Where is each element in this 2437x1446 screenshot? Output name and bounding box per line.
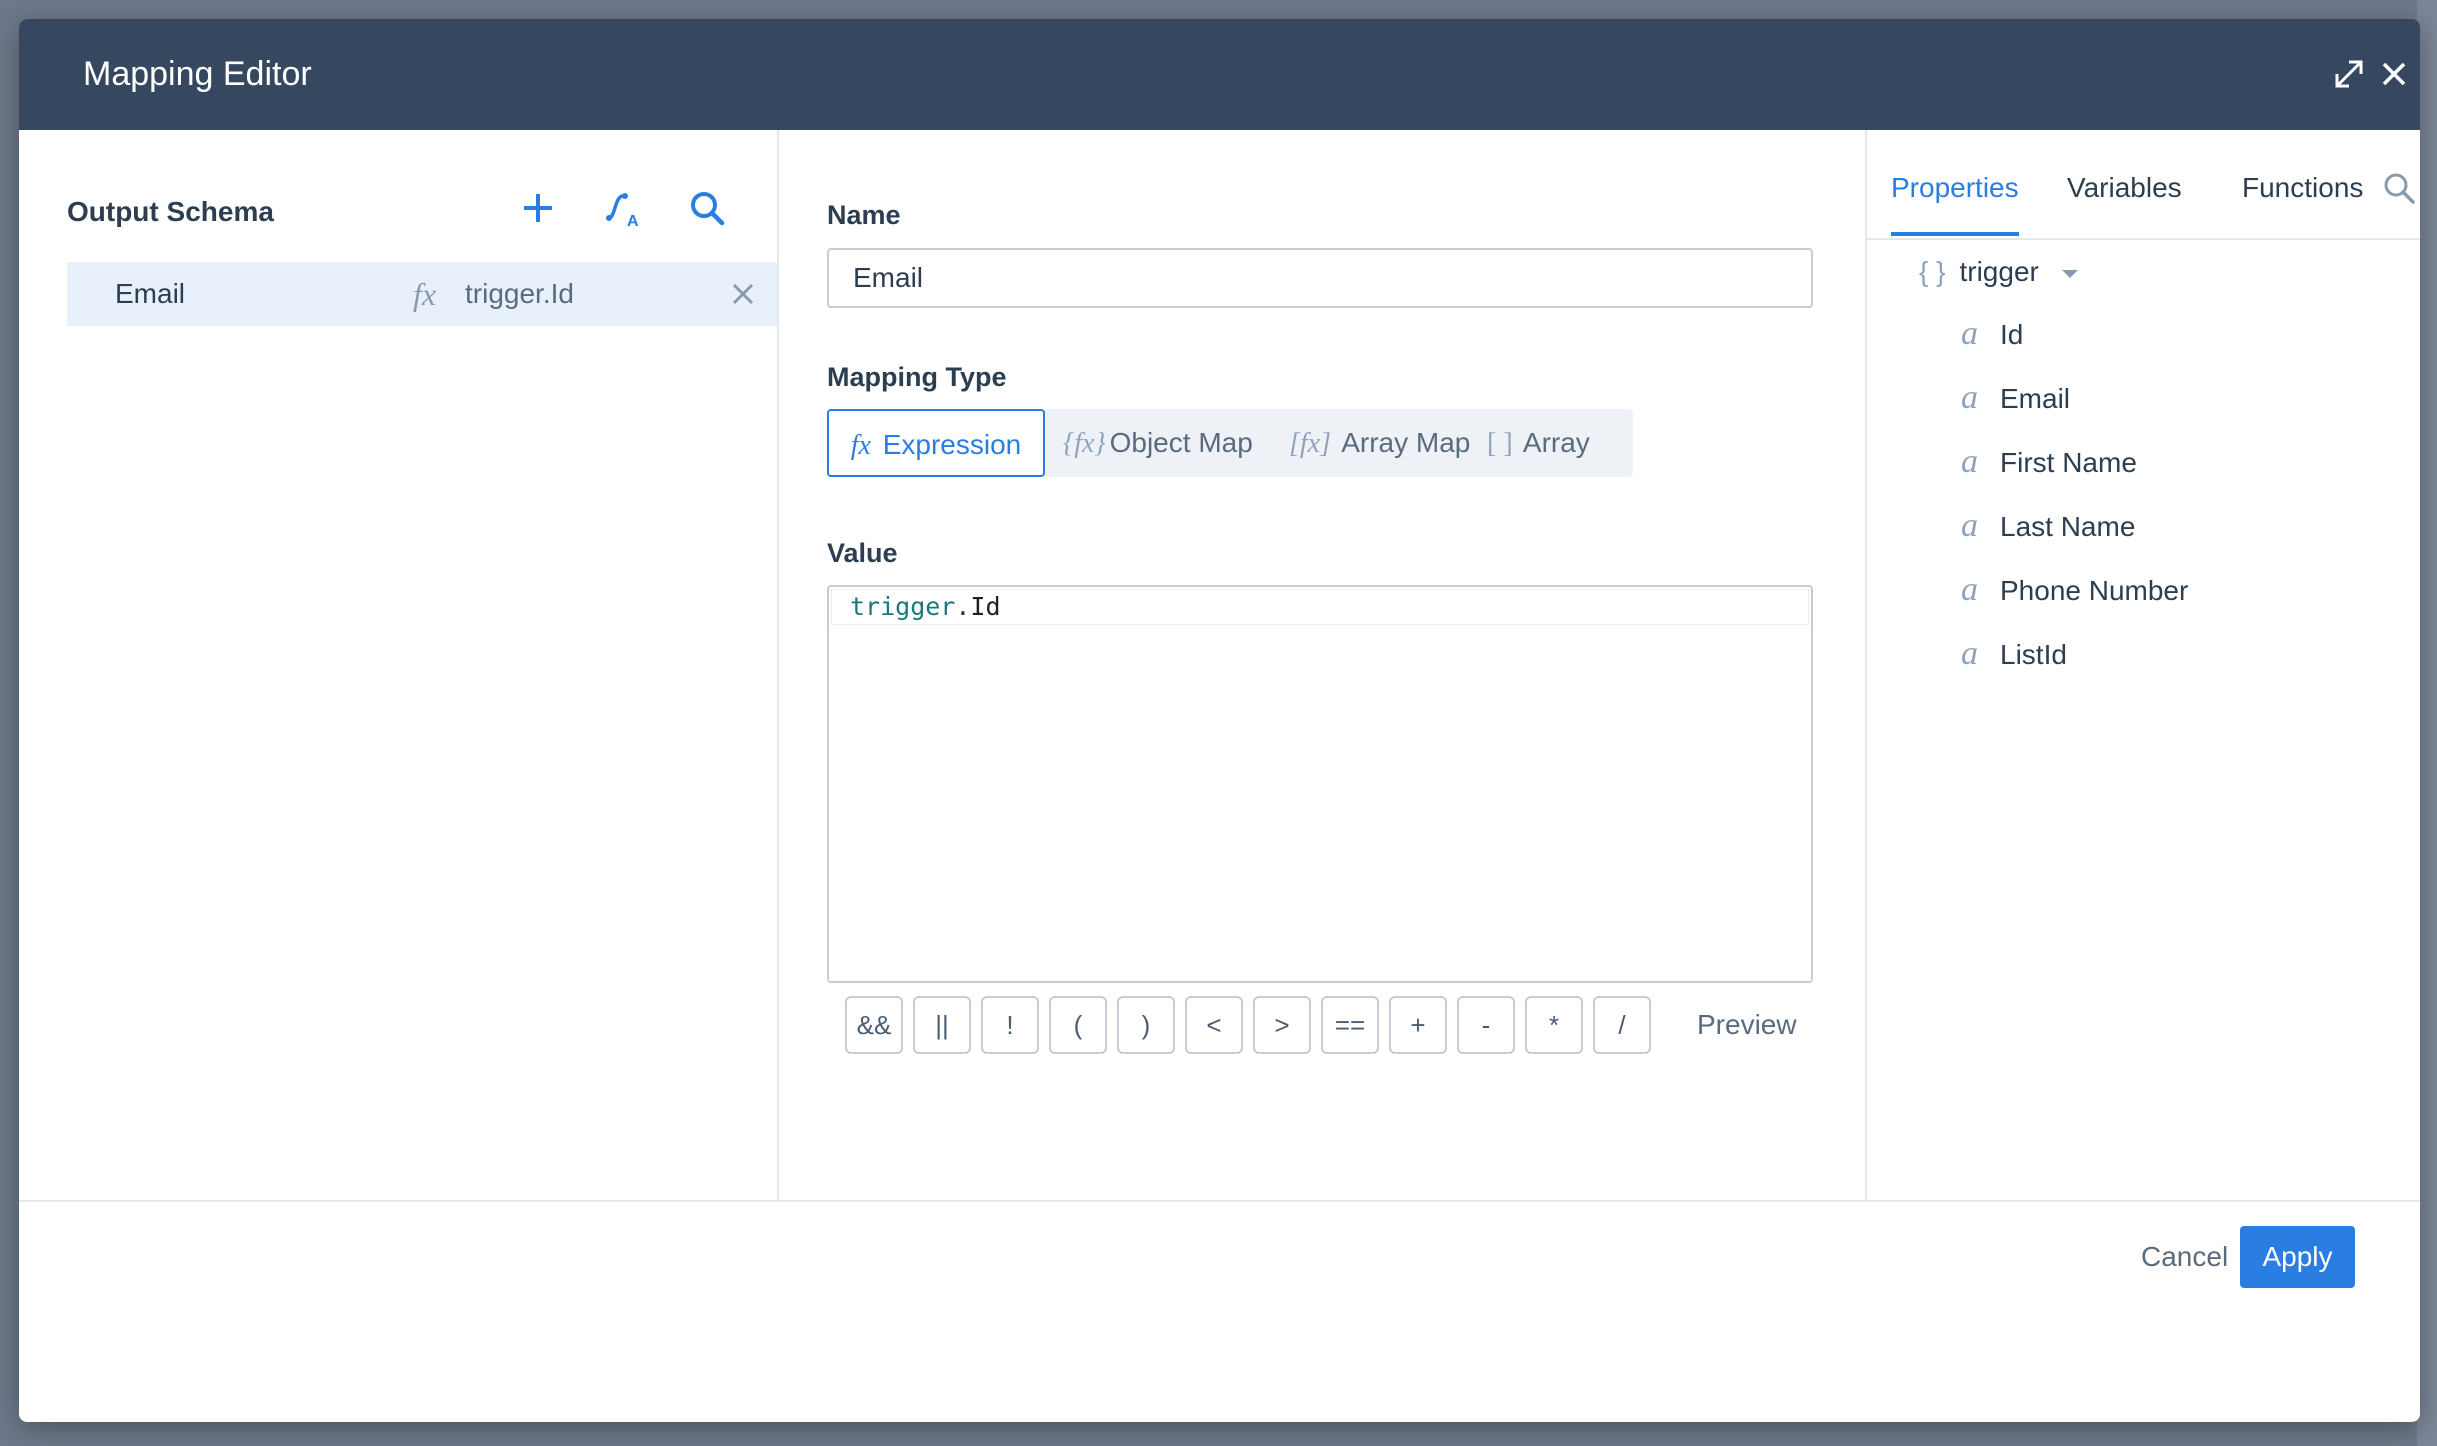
- modal-body: Output Schema A Email fx trigger.Id Name…: [19, 130, 2420, 1200]
- tab-variables[interactable]: Variables: [2067, 172, 2182, 204]
- expand-icon[interactable]: [2329, 54, 2369, 94]
- mapping-type-array[interactable]: [ ] Array: [1487, 409, 1590, 477]
- string-type-icon: a: [1961, 635, 1978, 672]
- code-token-object: trigger: [850, 592, 956, 621]
- output-schema-panel: Output Schema A Email fx trigger.Id: [19, 130, 779, 1200]
- operator-button-plus[interactable]: +: [1389, 996, 1447, 1054]
- modal-title: Mapping Editor: [83, 55, 312, 93]
- mapping-type-label-text: Array Map: [1341, 427, 1471, 458]
- search-icon[interactable]: [2381, 170, 2417, 206]
- operator-button-not[interactable]: !: [981, 996, 1039, 1054]
- tree-item-label: Phone Number: [2000, 575, 2189, 606]
- object-icon: { }: [1919, 256, 1946, 287]
- tree-item-id[interactable]: a Id: [1961, 314, 2023, 354]
- string-type-icon: a: [1961, 571, 1978, 608]
- mapping-type-object-map[interactable]: {fx} Object Map: [1063, 409, 1253, 477]
- backdrop: [2417, 0, 2437, 1446]
- value-code-line[interactable]: trigger.Id: [831, 589, 1809, 625]
- output-schema-title: Output Schema: [67, 196, 274, 227]
- remove-field-icon[interactable]: [727, 278, 759, 310]
- mapping-type-array-map[interactable]: [fx] Array Map: [1289, 409, 1470, 477]
- mapping-type-label-text: Array: [1522, 427, 1590, 458]
- mapping-type-label: Mapping Type: [827, 362, 1007, 392]
- fx-icon: fx: [413, 276, 437, 312]
- name-input[interactable]: [827, 248, 1813, 308]
- apply-button[interactable]: Apply: [2240, 1226, 2355, 1288]
- tree-item-label: Email: [2000, 383, 2071, 414]
- tree-item-phone-number[interactable]: a Phone Number: [1961, 570, 2188, 610]
- value-editor[interactable]: trigger.Id: [827, 585, 1813, 983]
- close-icon[interactable]: [2374, 54, 2414, 94]
- operator-button-close-paren[interactable]: ): [1117, 996, 1175, 1054]
- mapping-type-label-text: Expression: [882, 429, 1022, 460]
- operator-button-multiply[interactable]: *: [1525, 996, 1583, 1054]
- value-label: Value: [827, 538, 898, 568]
- fx-icon: fx: [850, 430, 871, 461]
- string-type-icon: a: [1961, 507, 1978, 544]
- schema-field-expression: trigger.Id: [465, 278, 574, 309]
- mapping-type-expression[interactable]: fx Expression: [827, 409, 1045, 477]
- code-token-property: Id: [970, 592, 1001, 621]
- string-type-icon: a: [1961, 443, 1978, 480]
- add-field-button[interactable]: [516, 186, 560, 230]
- search-schema-button[interactable]: [685, 186, 729, 230]
- schema-row[interactable]: Email fx trigger.Id: [67, 262, 777, 326]
- preview-button[interactable]: Preview: [1697, 996, 1797, 1054]
- chevron-down-icon[interactable]: [2059, 267, 2081, 281]
- properties-tabs: Properties Variables Functions: [1867, 130, 2420, 240]
- tree-root-label: trigger: [1959, 256, 2039, 287]
- array-map-icon: [fx]: [1289, 428, 1331, 459]
- operator-button-or[interactable]: ||: [913, 996, 971, 1054]
- operator-button-less-than[interactable]: <: [1185, 996, 1243, 1054]
- schema-field-name: Email: [115, 278, 186, 309]
- active-tab-indicator: [1891, 232, 2019, 236]
- tree-item-list-id[interactable]: a ListId: [1961, 634, 2067, 674]
- mapping-type-label-text: Object Map: [1109, 427, 1253, 458]
- auto-map-button[interactable]: A: [601, 186, 645, 230]
- operator-button-minus[interactable]: -: [1457, 996, 1515, 1054]
- tree-item-label: Id: [2000, 319, 2024, 350]
- mapping-editor-modal: Mapping Editor Output Schema A Email fx …: [19, 19, 2420, 1422]
- operator-button-equals[interactable]: ==: [1321, 996, 1379, 1054]
- tree-root-trigger[interactable]: { } trigger: [1919, 252, 2081, 292]
- tree-item-first-name[interactable]: a First Name: [1961, 442, 2137, 482]
- string-type-icon: a: [1961, 315, 1978, 352]
- name-label: Name: [827, 200, 901, 230]
- operator-button-greater-than[interactable]: >: [1253, 996, 1311, 1054]
- operator-button-open-paren[interactable]: (: [1049, 996, 1107, 1054]
- string-type-icon: a: [1961, 379, 1978, 416]
- tree-item-email[interactable]: a Email: [1961, 378, 2070, 418]
- array-icon: [ ]: [1487, 428, 1513, 459]
- object-map-icon: {fx}: [1063, 428, 1106, 459]
- tree-item-last-name[interactable]: a Last Name: [1961, 506, 2135, 546]
- operator-button-and[interactable]: &&: [845, 996, 903, 1054]
- tree-item-label: First Name: [2000, 447, 2137, 478]
- mapping-editor-panel: Name Mapping Type fx Expression {fx}Obje…: [779, 130, 1867, 1200]
- modal-header: Mapping Editor: [19, 19, 2420, 130]
- tree-item-label: ListId: [2000, 639, 2067, 670]
- mapping-type-selector: fx Expression {fx} Object Map [fx] Array …: [827, 409, 1633, 477]
- properties-panel: Properties Variables Functions { } trigge…: [1867, 130, 2420, 1200]
- code-token-dot: .: [955, 592, 971, 621]
- tree-item-label: Last Name: [2000, 511, 2136, 542]
- modal-footer: Cancel Apply: [19, 1200, 2420, 1422]
- tab-functions[interactable]: Functions: [2242, 172, 2363, 204]
- svg-text:A: A: [627, 213, 639, 230]
- cancel-button[interactable]: Cancel: [2141, 1226, 2228, 1288]
- operator-button-divide[interactable]: /: [1593, 996, 1651, 1054]
- tab-properties[interactable]: Properties: [1891, 172, 2019, 204]
